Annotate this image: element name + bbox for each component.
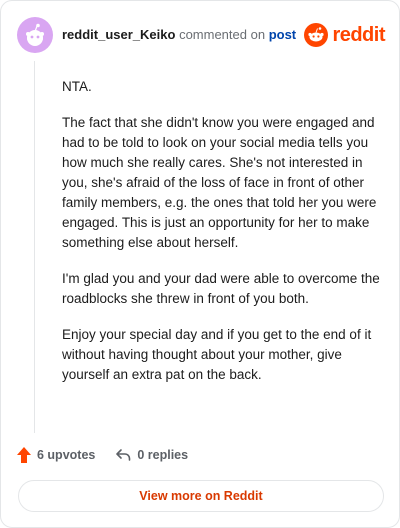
reply-count[interactable]: 0 replies: [115, 448, 188, 462]
thread-line: [34, 61, 35, 433]
reddit-logo[interactable]: reddit: [304, 23, 385, 47]
comment-paragraph: The fact that she didn't know you were e…: [62, 115, 377, 250]
comment-meta: reddit_user_Keiko commented on post: [62, 27, 296, 43]
avatar[interactable]: [17, 17, 53, 53]
reply-arrow-icon: [116, 449, 131, 461]
reddit-logo-text: reddit: [332, 23, 385, 46]
comment-paragraph: NTA.: [62, 79, 92, 94]
username[interactable]: reddit_user_Keiko: [62, 27, 175, 42]
post-link[interactable]: post: [269, 27, 296, 42]
comment-paragraph: I'm glad you and your dad were able to o…: [62, 271, 380, 306]
comment-paragraph: Enjoy your special day and if you get to…: [62, 327, 372, 382]
reddit-snoo-icon: [304, 23, 329, 47]
comment-body: NTA. The fact that she didn't know you w…: [62, 77, 380, 401]
action-text: commented on: [179, 27, 266, 42]
comment-card: reddit_user_Keiko commented on post redd…: [0, 0, 400, 528]
snoo-avatar-icon: [26, 23, 44, 46]
upvote-count[interactable]: 6 upvotes: [17, 447, 95, 463]
comment-footer: 6 upvotes 0 replies: [17, 445, 208, 465]
view-more-button[interactable]: View more on Reddit: [18, 480, 384, 512]
replies-label: 0 replies: [137, 448, 189, 462]
upvote-arrow-icon: [17, 447, 31, 463]
comment-header: reddit_user_Keiko commented on post redd…: [17, 15, 385, 55]
upvotes-label: 6 upvotes: [37, 448, 96, 462]
